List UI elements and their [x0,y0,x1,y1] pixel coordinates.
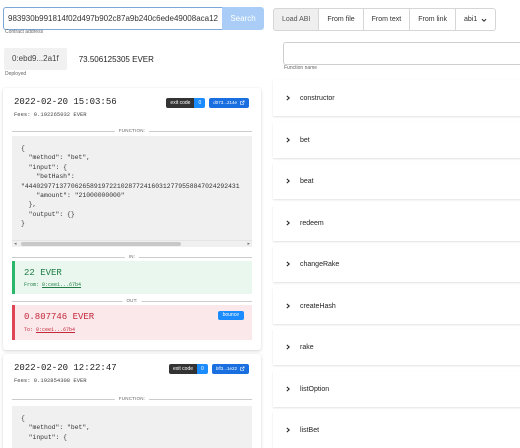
function-divider: FUNCTION: [12,128,252,134]
method-row-redeem[interactable]: redeem [273,205,520,241]
exit-code-badge: exit code 0 d073...214e [166,98,249,108]
outgoing-message: 0.807746 EVER To: 0:cee1...67b4 bounce [12,305,252,340]
outgoing-to-link[interactable]: 0:cee1...67b4 [36,327,75,333]
deployed-caption: Deployed [5,71,27,77]
external-link-icon [240,100,245,105]
abi-select[interactable]: abi1 [455,8,497,31]
method-row-changerake[interactable]: changeRake [273,246,520,282]
method-row-beat[interactable]: beat [273,163,520,199]
exit-code-value: 0 [197,364,208,374]
scroll-left-icon[interactable]: ◂ [14,241,17,248]
search-button[interactable]: Search [222,7,264,30]
function-code-block: { "method": "bet", "input": { [12,406,252,448]
external-link-icon [240,366,245,371]
function-divider: FUNCTION: [12,396,252,402]
tab-from-file[interactable]: From file [318,8,364,31]
outgoing-to: To: 0:cee1...67b4 [24,327,76,333]
method-name: listBet [300,426,320,434]
exit-code-label: exit code [169,364,198,374]
transaction-hash: d073...214e [213,100,237,105]
transaction-hash-link[interactable]: bff3...1e22 [211,364,249,374]
chevron-right-icon [286,427,291,433]
method-name: listOption [300,385,330,393]
contract-search: Search [3,7,264,30]
abi-source-tabs: Load ABI From file From text From link a… [273,8,497,31]
transaction-card: 2022-02-20 15:03:56 Fees: 0.192265032 EV… [3,88,261,350]
chevron-right-icon [286,303,291,309]
method-row-listbet[interactable]: listBet [273,412,520,448]
out-divider: OUT: [12,298,252,304]
method-name: beat [300,177,314,185]
tab-load-abi[interactable]: Load ABI [273,8,320,31]
transaction-fees: Fees: 0.192854308 EVER [14,377,87,384]
account-balance: 73.506125305 EVER [78,54,154,64]
function-code: { "method": "bet", "input": { "betHash":… [21,145,240,228]
method-row-constructor[interactable]: constructor [273,80,520,116]
transaction-hash-link[interactable]: d073...214e [209,98,249,108]
method-name: bet [300,136,310,144]
method-row-listoption[interactable]: listOption [273,371,520,407]
transaction-fees: Fees: 0.192265032 EVER [14,111,87,118]
chevron-right-icon [286,137,291,143]
transaction-time: 2022-02-20 15:03:56 [14,97,117,107]
scrollbar-thumb[interactable] [21,242,181,246]
tab-from-text[interactable]: From text [362,8,411,31]
chevron-right-icon [286,261,291,267]
horizontal-scrollbar[interactable]: ◂ ▸ [12,240,252,247]
in-divider: IN: [12,254,252,260]
method-name: changeRake [300,260,340,268]
chevron-right-icon [286,220,291,226]
incoming-message: 22 EVER From: 0:cee1...67b4 [12,261,252,294]
function-code-block: { "method": "bet", "input": { "betHash":… [12,136,252,240]
tab-from-link[interactable]: From link [409,8,456,31]
outgoing-amount: 0.807746 EVER [24,312,95,322]
chevron-right-icon [286,178,291,184]
bounce-badge: bounce [217,311,244,320]
incoming-from: From: 0:cee1...67b4 [24,282,82,288]
account-summary: 0:ebd9...2a1f 73.506125305 EVER [4,48,154,70]
method-name: rake [300,343,314,351]
account-address[interactable]: 0:ebd9...2a1f [4,48,67,70]
exit-code-badge: exit code 0 bff3...1e22 [169,364,249,374]
method-row-createhash[interactable]: createHash [273,288,520,324]
chevron-right-icon [286,344,291,350]
method-name: redeem [300,219,324,227]
chevron-right-icon [286,386,291,392]
incoming-from-link[interactable]: 0:cee1...67b4 [42,282,81,288]
transaction-hash: bff3...1e22 [215,366,237,371]
function-code: { "method": "bet", "input": { [21,415,91,441]
method-row-bet[interactable]: bet [273,122,520,158]
function-name-input[interactable] [283,42,520,65]
transaction-time: 2022-02-20 12:22:47 [14,363,117,373]
method-name: createHash [300,302,336,310]
contract-address-caption: Contract address [5,29,44,35]
exit-code-value: 0 [194,98,206,108]
abi-select-value: abi1 [464,16,478,23]
exit-code-label: exit code [166,98,195,108]
chevron-right-icon [286,95,291,101]
transaction-card: 2022-02-20 12:22:47 Fees: 0.192854308 EV… [3,354,261,448]
scroll-right-icon[interactable]: ▸ [247,241,250,248]
function-name-caption: Function name [284,65,318,71]
chevron-down-icon [481,18,487,22]
incoming-amount: 22 EVER [24,268,62,278]
contract-address-input[interactable] [3,7,222,30]
method-row-rake[interactable]: rake [273,329,520,365]
method-name: constructor [300,94,335,102]
